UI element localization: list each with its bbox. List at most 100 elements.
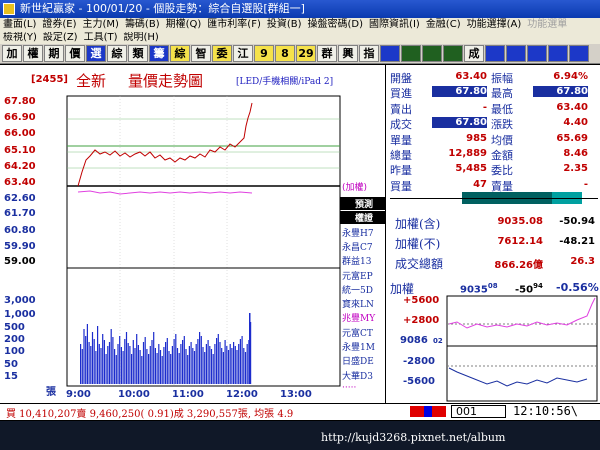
price-axis-tick: 59.00: [4, 256, 36, 267]
related-ticker[interactable]: ·····: [340, 383, 386, 396]
index-change: 26.3: [570, 256, 595, 267]
menu-item[interactable]: 國際資訊(I): [366, 18, 423, 32]
toolbar-button[interactable]: [527, 45, 547, 62]
quote-value: 65.69: [556, 132, 588, 144]
quote-label: 均價: [491, 133, 513, 147]
related-ticker[interactable]: 兆豐MY: [340, 311, 386, 324]
volume-axis-tick: 200: [4, 334, 25, 345]
toolbar-button[interactable]: 指: [359, 45, 379, 62]
toolbar-button[interactable]: 8: [275, 45, 295, 62]
quote-value: 67.80: [432, 117, 487, 129]
volume-bar: [125, 332, 128, 384]
price-axis-tick: 62.60: [4, 193, 36, 204]
toolbar-button[interactable]: [485, 45, 505, 62]
volume-axis-tick: 500: [4, 322, 25, 333]
related-ticker[interactable]: 永昌C7: [340, 240, 386, 253]
toolbar-button[interactable]: 權: [23, 45, 43, 62]
menu-item[interactable]: 操盤密碼(D): [305, 18, 367, 32]
toolbar-button[interactable]: 智: [191, 45, 211, 62]
related-ticker[interactable]: 元富EP: [340, 269, 386, 282]
toolbar-button[interactable]: [569, 45, 589, 62]
toolbar-button[interactable]: 籌: [149, 45, 169, 62]
volume-bar: [249, 313, 251, 384]
related-ticker[interactable]: 大華D3: [340, 369, 386, 382]
quote-value: 63.40: [556, 101, 588, 113]
related-ticker[interactable]: 統一5D: [340, 283, 386, 296]
menu-item[interactable]: 設定(Z): [40, 32, 81, 44]
toolbar-button[interactable]: 期: [44, 45, 64, 62]
stock-code-input[interactable]: 001: [451, 405, 506, 418]
menu-item[interactable]: 檢視(Y): [0, 32, 40, 44]
menu-item[interactable]: 金融(C): [423, 18, 464, 32]
toolbar-button[interactable]: 29: [296, 45, 316, 62]
toolbar-button[interactable]: [401, 45, 421, 62]
volume-bar: [207, 340, 209, 384]
toolbar-button[interactable]: [422, 45, 442, 62]
related-ticker[interactable]: 寶來LN: [340, 297, 386, 310]
volume-bar: [93, 339, 95, 384]
volume-bar: [238, 344, 240, 384]
toolbar-button[interactable]: 綜: [170, 45, 190, 62]
toolbar-button[interactable]: [443, 45, 463, 62]
menu-item[interactable]: 籌碼(B): [122, 18, 163, 32]
index-overlay-line: [77, 190, 253, 195]
volume-bar: [88, 342, 90, 384]
quote-value: -: [583, 178, 588, 190]
volume-bar: [159, 350, 162, 384]
toolbar-button[interactable]: 成: [464, 45, 484, 62]
menu-item[interactable]: 主力(M): [80, 18, 122, 32]
volume-bar: [199, 332, 201, 384]
menu-item[interactable]: 投資(B): [264, 18, 305, 32]
volume-bar: [100, 348, 102, 384]
related-ticker[interactable]: 元富CT: [340, 326, 386, 339]
menu-item[interactable]: 功能選擇(A): [464, 18, 525, 32]
menu-item[interactable]: 工具(T): [81, 32, 121, 44]
menu-bar-secondary: 檢視(Y) 設定(Z) 工具(T) 說明(H): [0, 32, 600, 44]
toolbar-button[interactable]: 9: [254, 45, 274, 62]
menu-item[interactable]: 說明(H): [121, 32, 162, 44]
toolbar-button[interactable]: [380, 45, 400, 62]
menu-item[interactable]: 功能選單: [524, 18, 570, 32]
quote-label: 最低: [491, 102, 513, 116]
volume-bar: [81, 349, 83, 384]
mini-axis-tick: 02: [433, 337, 443, 345]
index-overlay-label: (加權): [342, 183, 368, 193]
volume-bar: [173, 339, 175, 384]
time-axis-tick: 12:00: [226, 389, 258, 400]
related-ticker[interactable]: 永豐1M: [340, 340, 386, 353]
volume-bar: [166, 338, 168, 384]
volume-bar: [222, 352, 224, 384]
status-color-indicator: [410, 406, 448, 417]
toolbar-button[interactable]: 群: [317, 45, 337, 62]
quote-label: 振幅: [491, 72, 513, 85]
time-axis-tick: 13:00: [280, 389, 312, 400]
volume-bar: [139, 350, 141, 384]
menu-item[interactable]: 證券(E): [39, 18, 79, 32]
volume-bar: [124, 339, 126, 384]
toolbar-button[interactable]: [506, 45, 526, 62]
menu-item[interactable]: 期權(Q): [163, 18, 205, 32]
related-ticker[interactable]: 群益13: [340, 254, 386, 267]
menu-item[interactable]: 畫面(L): [0, 18, 39, 32]
toolbar-button[interactable]: 加: [2, 45, 22, 62]
toolbar-button[interactable]: 綜: [107, 45, 127, 62]
toolbar-button[interactable]: 類: [128, 45, 148, 62]
toolbar-button[interactable]: 委: [212, 45, 232, 62]
menu-item[interactable]: 匯市利率(F): [204, 18, 264, 32]
toolbar-button[interactable]: 江: [233, 45, 253, 62]
window-titlebar: 新世紀贏家 - 100/01/20 - 個股走勢：綜合自選股[群組一]: [0, 0, 600, 18]
volume-bar: [108, 342, 111, 384]
toolbar-button[interactable]: 興: [338, 45, 358, 62]
toolbar-button[interactable]: 價: [65, 45, 85, 62]
time-axis-tick: 9:00: [66, 389, 91, 400]
related-ticker[interactable]: 預測: [340, 197, 386, 210]
toolbar-button[interactable]: 選: [86, 45, 106, 62]
taskbar: [0, 421, 600, 450]
quote-value: 4.40: [563, 117, 588, 129]
related-ticker[interactable]: 永豐H7: [340, 226, 386, 239]
trade-summary: 買 10,410,207賣 9,460,250( 0.91)成 3,290,55…: [6, 409, 294, 420]
related-ticker[interactable]: 權證: [340, 211, 386, 225]
toolbar-button[interactable]: [548, 45, 568, 62]
volume-bar: [217, 334, 219, 384]
related-ticker[interactable]: 日盛DE: [340, 354, 386, 367]
